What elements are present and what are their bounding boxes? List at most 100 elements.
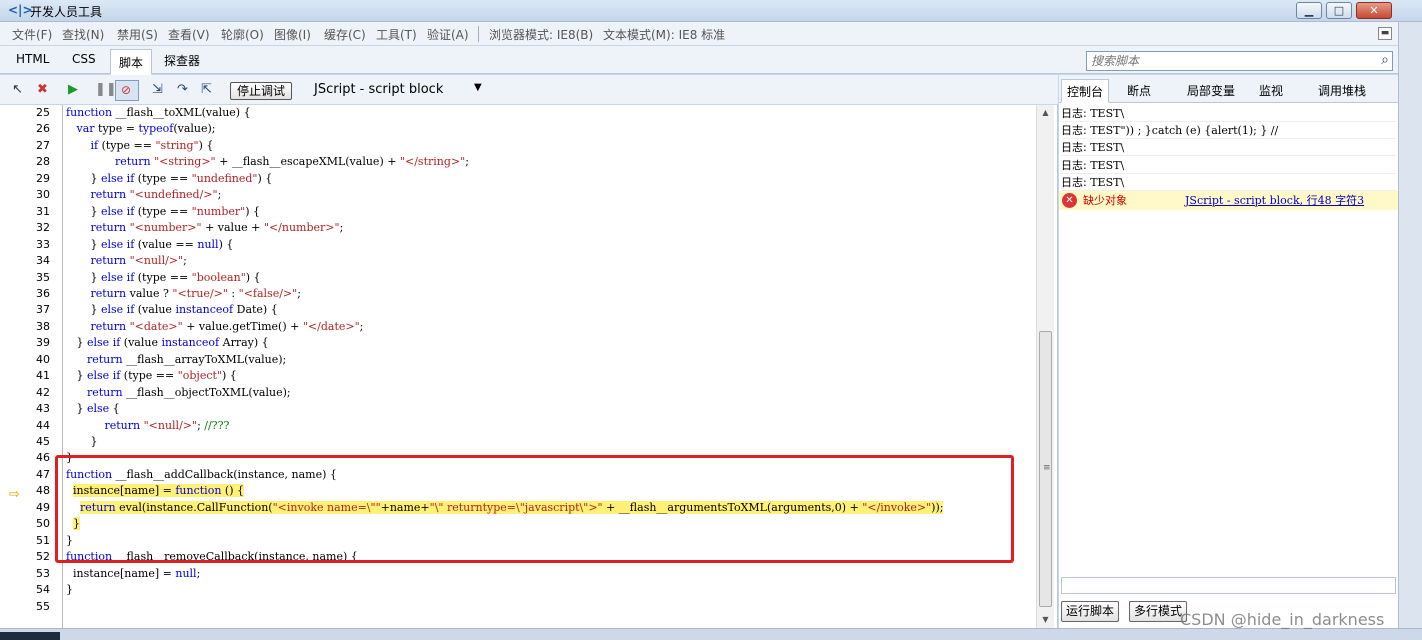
script-selector[interactable]: JScript - script block ▼ <box>314 82 482 97</box>
tab-call-stack[interactable]: 调用堆栈 <box>1318 82 1366 99</box>
tab-css[interactable]: CSS <box>72 52 96 66</box>
line-number[interactable]: 49 <box>0 500 50 516</box>
line-number[interactable]: 43 <box>0 401 50 417</box>
devtools-app-icon: <|> <box>8 3 33 17</box>
tab-script[interactable]: 脚本 <box>110 49 153 75</box>
line-number[interactable]: 47 <box>0 467 50 483</box>
title-bar: <|> 开发人员工具 ▁ □ ✕ <box>0 0 1422 22</box>
line-number[interactable]: 28 <box>0 154 50 170</box>
line-number[interactable]: 32 <box>0 220 50 236</box>
code-line: 42 return __flash__objectToXML(value); <box>0 385 1036 401</box>
menu-validate[interactable]: 验证(A) <box>427 26 469 43</box>
line-number[interactable]: 36 <box>0 286 50 302</box>
menu-browser-mode[interactable]: 浏览器模式: IE8(B) <box>489 26 593 43</box>
menu-file[interactable]: 文件(F) <box>12 26 52 43</box>
break-on-error-button[interactable]: ⊘ <box>115 80 139 101</box>
code-line: 26 var type = typeof(value); <box>0 121 1036 137</box>
line-number[interactable]: 55 <box>0 599 50 615</box>
code-text: return __flash__arrayToXML(value); <box>86 352 287 366</box>
line-number[interactable]: 31 <box>0 204 50 220</box>
scroll-thumb[interactable]: ≡ <box>1039 331 1052 607</box>
code-text: } else if (type == "undefined") { <box>66 171 273 185</box>
line-number[interactable]: 27 <box>0 138 50 154</box>
tab-console[interactable]: 控制台 <box>1061 79 1110 103</box>
line-number[interactable]: 52 <box>0 549 50 565</box>
search-icon[interactable]: ⌕ <box>1381 52 1389 68</box>
line-number[interactable]: 38 <box>0 319 50 335</box>
code-vertical-scrollbar[interactable]: ▲ ≡ ▼ <box>1036 105 1054 628</box>
menu-document-mode[interactable]: 文本模式(M): IE8 标准 <box>603 26 725 43</box>
line-number[interactable]: 46 <box>0 450 50 466</box>
clear-browser-cache-icon[interactable]: ✖ <box>37 83 48 97</box>
code-text: return "<string>" + __flash__escapeXML(v… <box>114 155 469 169</box>
console-input[interactable] <box>1061 577 1396 594</box>
line-number[interactable]: 50 <box>0 516 50 532</box>
line-number[interactable]: 41 <box>0 368 50 384</box>
menu-outline[interactable]: 轮廓(O) <box>221 26 264 43</box>
select-element-icon[interactable]: ↖ <box>12 83 23 97</box>
tab-profiler[interactable]: 探查器 <box>164 52 200 69</box>
line-number[interactable]: 34 <box>0 253 50 269</box>
collapse-icon[interactable]: ▬ <box>1378 27 1392 40</box>
break-all-icon[interactable]: ❚❚ <box>95 83 117 97</box>
line-number[interactable]: 26 <box>0 121 50 137</box>
watermark: CSDN @hide_in_darkness <box>1180 610 1385 629</box>
close-button[interactable]: ✕ <box>1356 2 1392 19</box>
line-number[interactable]: 45 <box>0 434 50 450</box>
tab-watch[interactable]: 监视 <box>1259 82 1283 99</box>
debug-toolbar: ↖ ✖ ▶ ❚❚ ⊘ ⇲ ↷ ⇱ 停止调试 JScript - script b… <box>0 75 1058 105</box>
continue-icon[interactable]: ▶ <box>68 83 78 97</box>
line-number[interactable]: 42 <box>0 385 50 401</box>
code-text: return "<null/>"; <box>90 254 187 268</box>
line-number[interactable]: 54 <box>0 582 50 598</box>
step-into-icon[interactable]: ⇲ <box>152 83 163 97</box>
log-entry: 日志: TEST\ <box>1061 139 1396 156</box>
multiline-mode-button[interactable]: 多行模式 <box>1129 601 1188 622</box>
code-line: 30 return "<undefined/>"; <box>0 187 1036 203</box>
step-over-icon[interactable]: ↷ <box>177 83 188 97</box>
code-text: return value ? "<true/>" : "<false/>"; <box>90 286 301 300</box>
error-entry: ✕ 缺少对象 JScript - script block, 行48 字符3 <box>1059 191 1398 210</box>
menu-images[interactable]: 图像(I) <box>274 26 311 43</box>
line-number[interactable]: 44 <box>0 418 50 434</box>
stop-debugging-button[interactable]: 停止调试 <box>230 82 293 100</box>
line-number[interactable]: 29 <box>0 171 50 187</box>
minimize-button[interactable]: ▁ <box>1296 2 1322 19</box>
scroll-up-icon[interactable]: ▲ <box>1037 105 1054 121</box>
menu-find[interactable]: 查找(N) <box>62 26 104 43</box>
line-number[interactable]: 35 <box>0 270 50 286</box>
line-number[interactable]: 33 <box>0 237 50 253</box>
code-editor[interactable]: 25 function __flash__toXML(value) {26 var… <box>0 105 1058 628</box>
step-out-icon[interactable]: ⇱ <box>201 83 212 97</box>
line-number[interactable]: 25 <box>0 105 50 121</box>
window-title: 开发人员工具 <box>30 5 103 19</box>
run-script-button[interactable]: 运行脚本 <box>1061 601 1120 622</box>
code-line: 25 function __flash__toXML(value) { <box>0 105 1036 121</box>
line-number[interactable]: 48 <box>0 483 50 499</box>
maximize-button[interactable]: □ <box>1326 2 1352 19</box>
menu-view[interactable]: 查看(V) <box>168 26 210 43</box>
log-entry: 日志: TEST\ <box>1061 157 1396 174</box>
tab-locals[interactable]: 局部变量 <box>1187 82 1235 99</box>
tab-html[interactable]: HTML <box>16 52 49 66</box>
search-script-input[interactable] <box>1087 52 1367 70</box>
line-number[interactable]: 53 <box>0 566 50 582</box>
line-number[interactable]: 30 <box>0 187 50 203</box>
console-tab-row: 控制台 断点 局部变量 监视 调用堆栈 <box>1059 75 1398 103</box>
code-line: 28 return "<string>" + __flash__escapeXM… <box>0 154 1036 170</box>
code-text: } else if (type == "number") { <box>66 204 260 218</box>
menu-cache[interactable]: 缓存(C) <box>324 26 366 43</box>
error-source-link[interactable]: JScript - script block, 行48 字符3 <box>1185 191 1364 210</box>
menu-tools[interactable]: 工具(T) <box>376 26 417 43</box>
line-number[interactable]: 40 <box>0 352 50 368</box>
code-line: 45 } <box>0 434 1036 450</box>
code-line: 33 } else if (value == null) { <box>0 237 1036 253</box>
menu-disable[interactable]: 禁用(S) <box>117 26 158 43</box>
line-number[interactable]: 37 <box>0 302 50 318</box>
line-number[interactable]: 39 <box>0 335 50 351</box>
code-text: } else if (value == null) { <box>66 237 234 251</box>
tab-breakpoints[interactable]: 断点 <box>1127 82 1151 99</box>
code-line: 37 } else if (value instanceof Date) { <box>0 302 1036 318</box>
line-number[interactable]: 51 <box>0 533 50 549</box>
scroll-down-icon[interactable]: ▼ <box>1037 612 1054 628</box>
